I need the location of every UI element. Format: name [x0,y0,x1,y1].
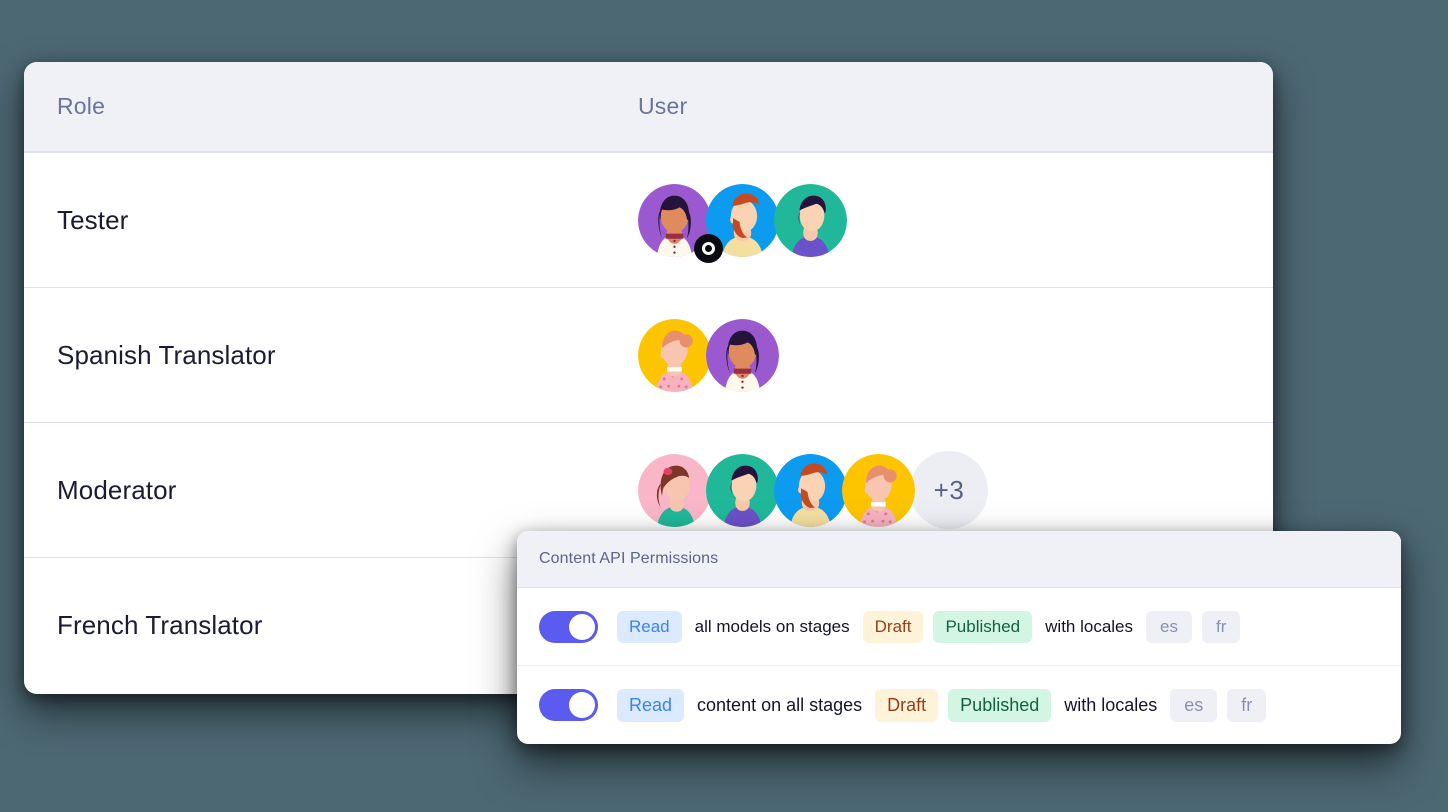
permission-scope-text: content on all stages [697,694,863,715]
toggle-knob [569,613,595,640]
popup-title: Content API Permissions [539,550,719,567]
avatar-overflow-count[interactable]: +3 [910,451,988,529]
permission-toggle[interactable] [539,610,598,643]
role-name: Moderator [57,474,177,505]
table-header-row: Role User [24,62,1273,153]
avatar[interactable] [638,318,711,392]
permission-scope-text: all models on stages [694,616,850,636]
avatar[interactable] [706,318,779,392]
permission-action-chip[interactable]: Read [617,688,685,722]
role-name: Spanish Translator [57,339,276,370]
locale-chip-es[interactable]: es [1170,688,1218,722]
locales-label: with locales [1045,616,1134,636]
column-header-role: Role [57,93,106,119]
stage-chip-draft[interactable]: Draft [862,610,924,643]
avatar[interactable] [842,453,915,527]
role-name: French Translator [57,610,263,640]
avatar-with-badge[interactable] [638,183,723,263]
stage-chip-published[interactable]: Published [948,688,1052,722]
status-dot-icon [694,233,723,263]
avatar-group [638,318,779,392]
avatar[interactable] [706,453,779,527]
permission-action-chip[interactable]: Read [617,610,682,643]
permission-row: Read all models on stages Draft Publishe… [517,588,1401,666]
popup-header: Content API Permissions [517,531,1401,588]
role-name: Tester [57,204,129,235]
content-api-permissions-popup: Content API Permissions Read all models … [517,531,1401,744]
column-header-user: User [638,93,688,119]
locale-chip-fr[interactable]: fr [1201,610,1241,643]
locale-chip-es[interactable]: es [1146,610,1192,643]
permission-toggle[interactable] [539,689,598,721]
avatar[interactable] [774,183,847,257]
stage-chip-published[interactable]: Published [933,610,1033,643]
table-row[interactable]: Tester [24,153,1273,288]
stage-chip-draft[interactable]: Draft [875,688,939,722]
toggle-knob [569,692,595,718]
table-row[interactable]: Spanish Translator [24,288,1273,423]
permission-row: Read content on all stages Draft Publish… [517,666,1401,744]
locale-chip-fr[interactable]: fr [1227,688,1267,722]
locales-label: with locales [1064,694,1158,715]
avatar[interactable] [638,453,711,527]
avatar-group: +3 [638,451,988,529]
avatar[interactable] [774,453,847,527]
avatar-group [638,183,847,263]
